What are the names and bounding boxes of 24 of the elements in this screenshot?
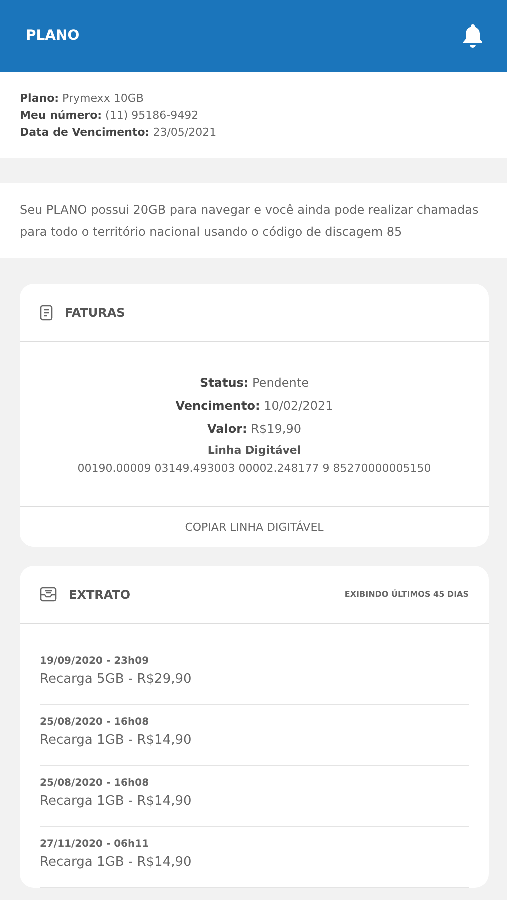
entry-datetime: 19/09/2020 - 23h09	[40, 655, 150, 669]
notification-bell-icon[interactable]	[461, 23, 485, 49]
inbox-icon	[40, 587, 57, 602]
document-icon	[40, 304, 53, 320]
card-title: EXTRATO	[69, 588, 131, 602]
page-title: PLANO	[26, 28, 80, 44]
invoice-detail: Vencimento: 10/02/2021	[174, 398, 334, 415]
barcode-label: Linha Digitável	[206, 443, 302, 459]
invoice-detail: Valor: R$19,90	[206, 421, 302, 438]
invoice-detail: Status: Pendente	[198, 375, 310, 392]
entry-datetime: 25/08/2020 - 16h08	[40, 777, 150, 791]
entry-description: Recarga 5GB - R$29,90	[40, 671, 193, 689]
date-range-note: EXIBINDO ÚLTIMOS 45 DIAS	[344, 590, 469, 599]
card-title: FATURAS	[65, 306, 126, 320]
entry-description: Recarga 1GB - R$14,90	[40, 854, 193, 872]
plan-description: Seu PLANO possui 20GB para navegar e você ainda pode realizar chamadas para todo o território nacional usando o código de discagem 85	[20, 202, 480, 241]
entry-datetime: 25/08/2020 - 16h08	[40, 716, 150, 730]
entry-datetime: 27/11/2020 - 06h11	[40, 838, 150, 852]
plan-info-line: Data de Vencimento: 23/05/2021	[20, 125, 218, 141]
entry-description: Recarga 1GB - R$14,90	[40, 793, 193, 811]
plan-info-line: Plano: Prymexx 10GB	[20, 91, 145, 107]
entry-description: Recarga 1GB - R$14,90	[40, 732, 193, 750]
barcode-number: 00190.00009 03149.493003 00002.248177 9 85270000005150	[76, 461, 432, 477]
plan-info-line: Meu número: (11) 95186-9492	[20, 108, 200, 124]
